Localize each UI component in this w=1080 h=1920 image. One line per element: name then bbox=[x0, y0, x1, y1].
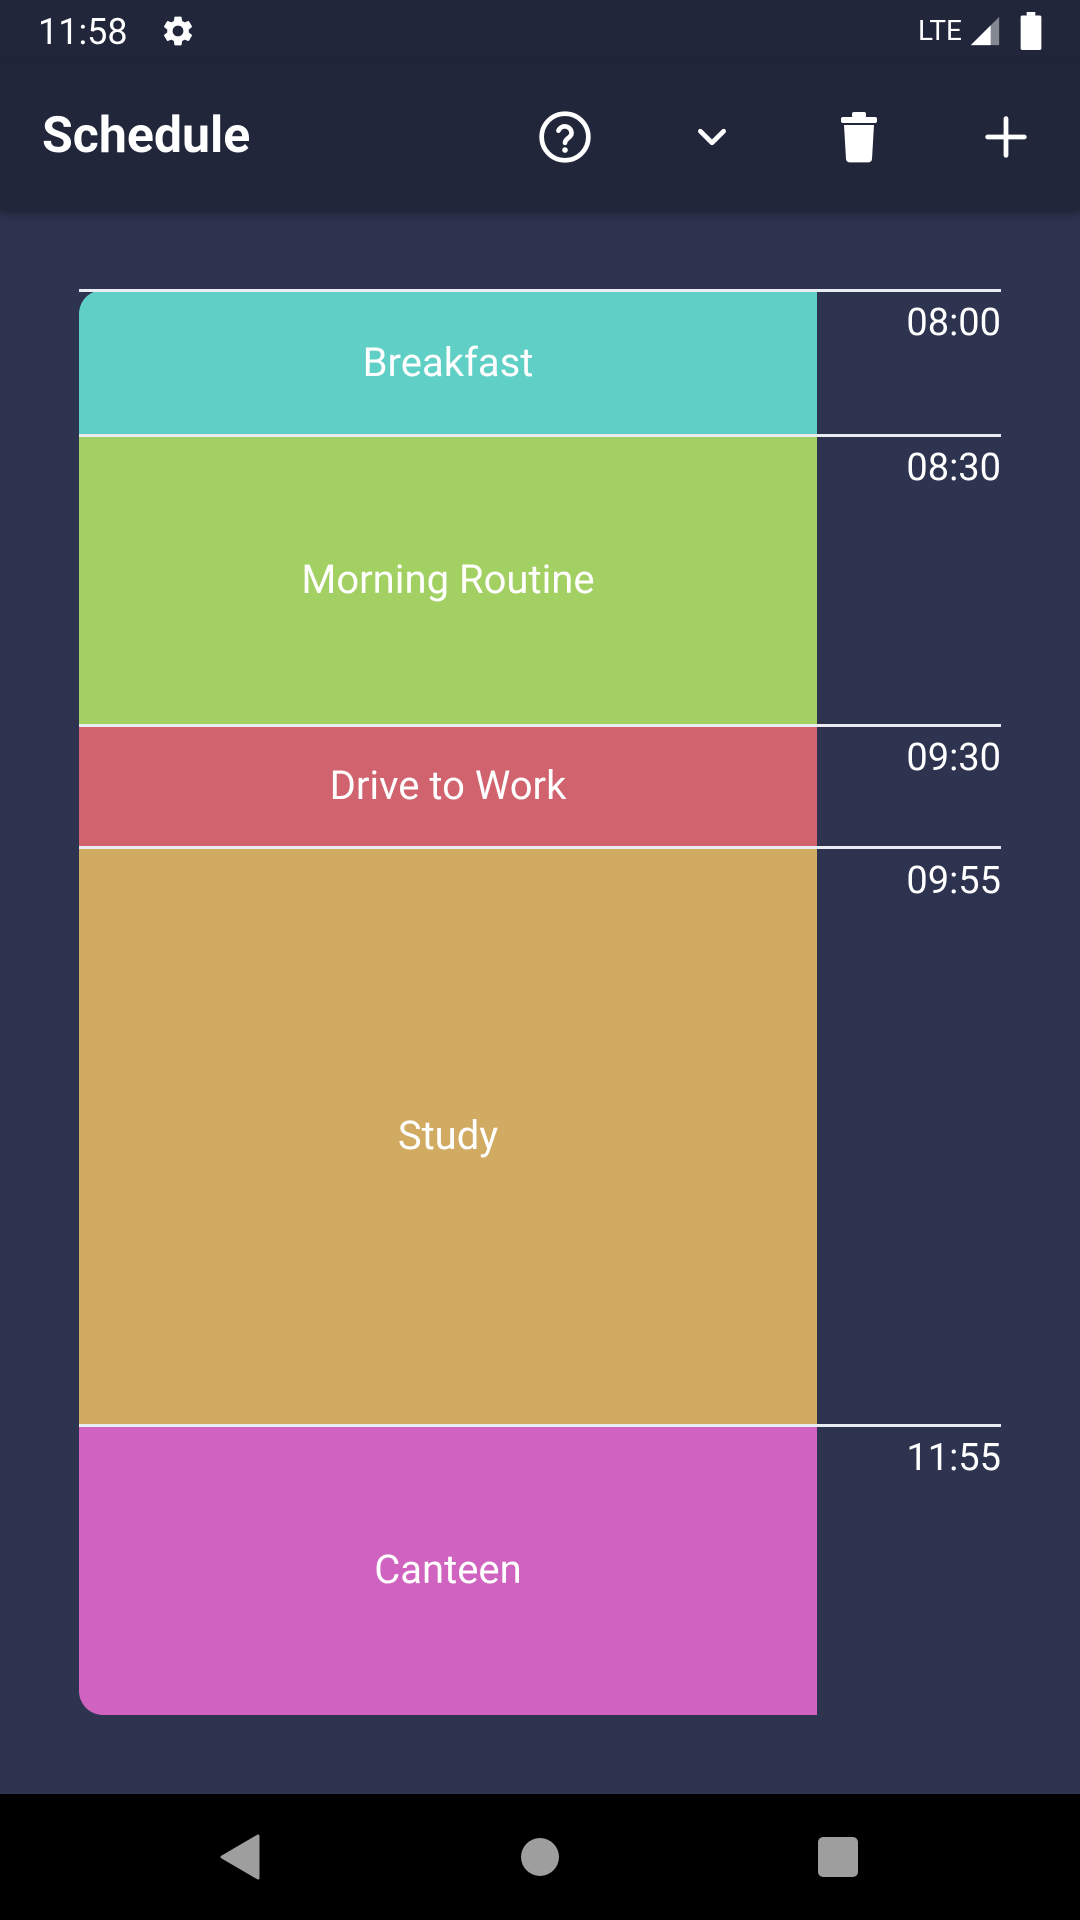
timeline-divider bbox=[79, 434, 1001, 437]
add-button[interactable] bbox=[968, 99, 1044, 175]
plus-icon bbox=[985, 116, 1027, 158]
nav-back-button[interactable] bbox=[202, 1819, 278, 1895]
network-type-label: LTE bbox=[918, 14, 962, 47]
cell-signal-icon bbox=[970, 16, 1000, 46]
schedule-block-canteen[interactable]: Canteen bbox=[79, 1425, 817, 1715]
timeline-divider bbox=[79, 724, 1001, 727]
timeline-divider bbox=[79, 289, 1001, 292]
battery-icon bbox=[1020, 12, 1042, 50]
start-time-label: 08:30 bbox=[906, 446, 1001, 490]
schedule-block-breakfast[interactable]: Breakfast bbox=[79, 290, 817, 435]
schedule-block-label: Canteen bbox=[374, 1546, 522, 1593]
back-triangle-icon bbox=[220, 1834, 260, 1880]
schedule-timeline: Breakfast 08:00 Morning Routine 08:30 Dr… bbox=[79, 289, 1001, 1715]
status-bar: 11:58 LTE bbox=[0, 0, 1080, 63]
start-time-label: 09:30 bbox=[906, 736, 1001, 780]
timeline-divider bbox=[79, 846, 1001, 849]
timeline-divider bbox=[79, 1424, 1001, 1427]
schedule-block-study[interactable]: Study bbox=[79, 847, 817, 1425]
start-time-label: 11:55 bbox=[906, 1436, 1001, 1480]
help-button[interactable] bbox=[527, 99, 603, 175]
settings-gear-icon bbox=[163, 16, 193, 46]
schedule-block-drive-to-work[interactable]: Drive to Work bbox=[79, 725, 817, 847]
expand-button[interactable] bbox=[674, 99, 750, 175]
status-time: 11:58 bbox=[38, 11, 128, 53]
schedule-block-label: Morning Routine bbox=[301, 556, 595, 603]
schedule-block-morning-routine[interactable]: Morning Routine bbox=[79, 435, 817, 725]
chevron-down-icon bbox=[698, 128, 726, 146]
trash-icon bbox=[841, 112, 877, 163]
home-circle-icon bbox=[521, 1838, 559, 1876]
app-bar: Schedule bbox=[0, 63, 1080, 210]
recents-square-icon bbox=[818, 1837, 858, 1877]
page-title: Schedule bbox=[42, 107, 251, 165]
delete-button[interactable] bbox=[821, 99, 897, 175]
start-time-label: 08:00 bbox=[906, 301, 1001, 345]
schedule-block-label: Drive to Work bbox=[329, 762, 567, 809]
nav-home-button[interactable] bbox=[502, 1819, 578, 1895]
schedule-block-label: Study bbox=[397, 1112, 499, 1159]
system-navigation-bar bbox=[0, 1794, 1080, 1920]
help-circle-icon bbox=[539, 111, 591, 163]
nav-recents-button[interactable] bbox=[800, 1819, 876, 1895]
start-time-label: 09:55 bbox=[906, 859, 1001, 903]
schedule-block-label: Breakfast bbox=[362, 338, 534, 386]
